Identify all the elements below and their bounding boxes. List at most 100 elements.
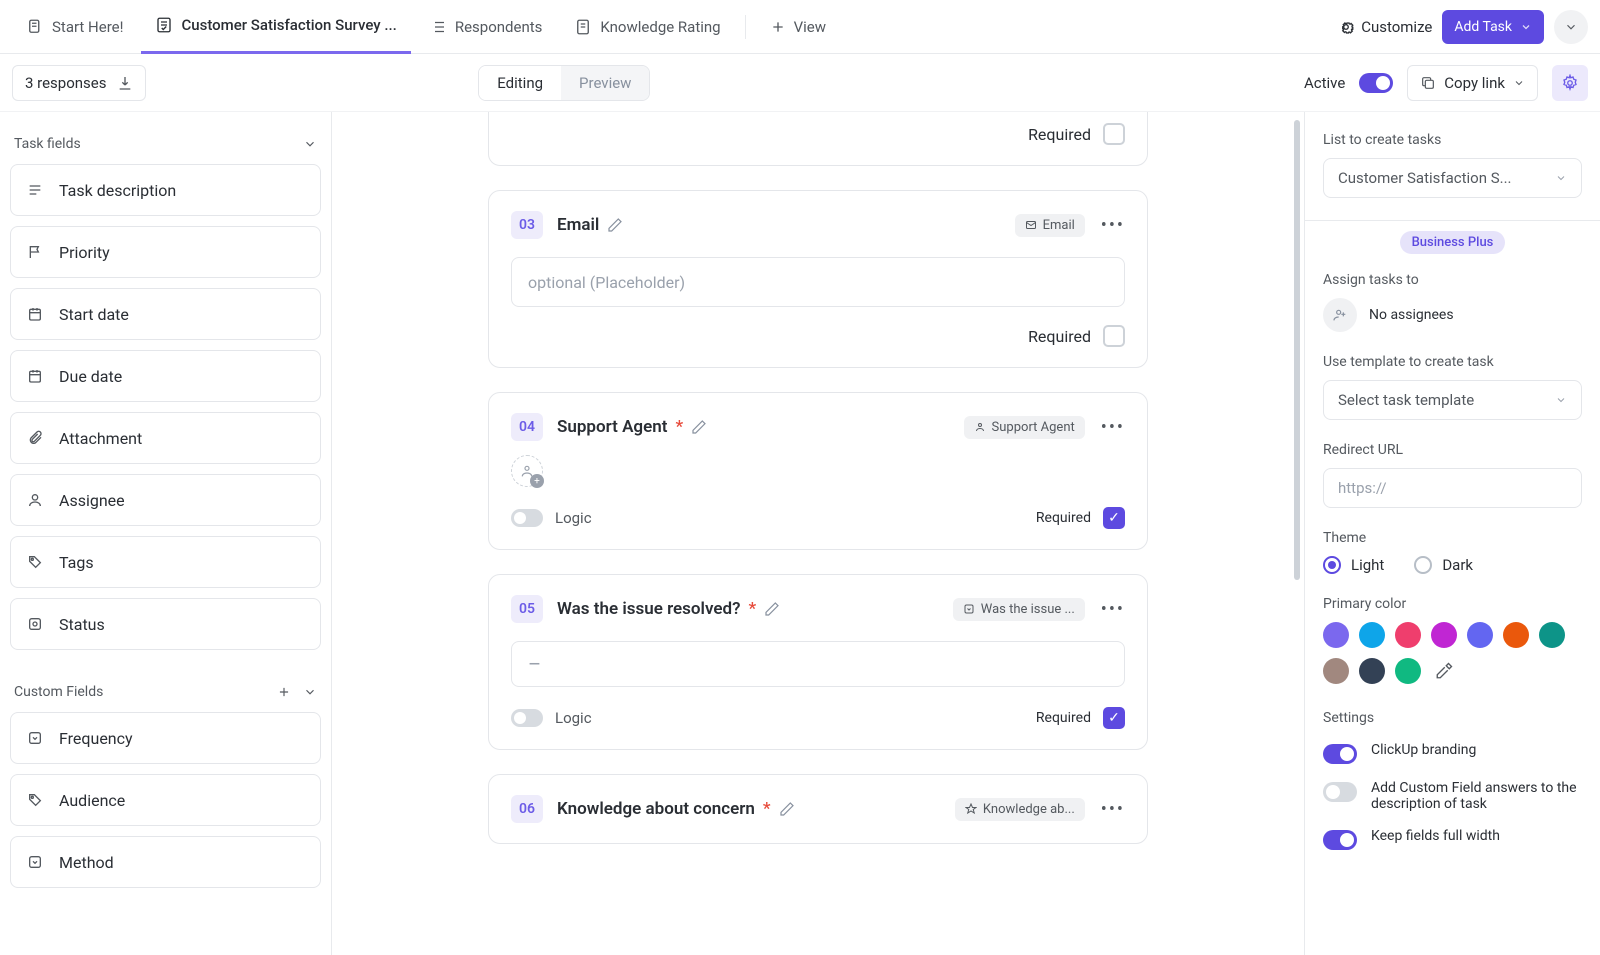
custom-field-desc-toggle[interactable]: [1323, 782, 1357, 802]
plus-icon[interactable]: [277, 685, 291, 699]
field-type-chip[interactable]: Support Agent: [964, 416, 1085, 439]
redirect-label: Redirect URL: [1323, 442, 1582, 458]
color-swatch[interactable]: [1395, 658, 1421, 684]
placeholder-input[interactable]: optional (Placeholder): [511, 257, 1125, 307]
chevron-down-icon: [1555, 394, 1567, 406]
custom-field-method[interactable]: Method: [10, 836, 321, 888]
edit-icon[interactable]: [779, 801, 795, 817]
chevron-down-icon: [303, 685, 317, 699]
plan-badge[interactable]: Business Plus: [1400, 231, 1506, 254]
chevron-down-icon: [1564, 20, 1578, 34]
edit-icon[interactable]: [691, 419, 707, 435]
tab-add-view[interactable]: View: [756, 0, 840, 54]
field-attachment[interactable]: Attachment: [10, 412, 321, 464]
more-icon[interactable]: •••: [1101, 599, 1125, 620]
responses-chip[interactable]: 3 responses: [12, 65, 146, 101]
chip-label: Email: [1043, 218, 1075, 233]
dropdown-placeholder[interactable]: –: [511, 641, 1125, 687]
page-icon: [574, 18, 592, 36]
custom-fields-header[interactable]: Custom Fields: [10, 676, 321, 712]
tab-respondents[interactable]: Respondents: [415, 0, 557, 54]
main: Task fields Task description Priority St…: [0, 112, 1600, 955]
field-type-chip[interactable]: Email: [1015, 214, 1085, 237]
full-width-toggle[interactable]: [1323, 830, 1357, 850]
person-icon: [27, 492, 45, 508]
chip-label: Knowledge ab...: [983, 802, 1075, 817]
field-status[interactable]: Status: [10, 598, 321, 650]
color-swatch[interactable]: [1395, 622, 1421, 648]
branding-toggle[interactable]: [1323, 744, 1357, 764]
center-scrollbar[interactable]: [1294, 120, 1300, 947]
color-swatch[interactable]: [1539, 622, 1565, 648]
card-title: Knowledge about concern: [557, 799, 755, 819]
redirect-url-input[interactable]: https://: [1323, 468, 1582, 508]
copy-link-button[interactable]: Copy link: [1407, 65, 1538, 101]
color-swatch[interactable]: [1503, 622, 1529, 648]
template-select[interactable]: Select task template: [1323, 380, 1582, 420]
flag-icon: [27, 244, 45, 260]
field-due-date[interactable]: Due date: [10, 350, 321, 402]
tab-start-here[interactable]: Start Here!: [12, 0, 137, 54]
field-label: Frequency: [59, 729, 133, 748]
form-card-support-agent[interactable]: 04 Support Agent * Support Agent •••: [488, 392, 1148, 550]
customize-button[interactable]: Customize: [1337, 18, 1432, 36]
form-card-issue-resolved[interactable]: 05 Was the issue resolved? * Was the iss…: [488, 574, 1148, 750]
color-swatch[interactable]: [1467, 622, 1493, 648]
required-checkbox[interactable]: [1103, 707, 1125, 729]
field-tags[interactable]: Tags: [10, 536, 321, 588]
field-label: Task description: [59, 181, 176, 200]
logic-toggle[interactable]: [511, 509, 543, 527]
custom-field-audience[interactable]: Audience: [10, 774, 321, 826]
eyedropper-icon[interactable]: [1431, 658, 1457, 684]
card-title: Support Agent: [557, 417, 667, 437]
scrollbar-thumb[interactable]: [1294, 120, 1300, 580]
more-menu-button[interactable]: [1554, 10, 1588, 44]
form-card-knowledge[interactable]: 06 Knowledge about concern * Knowledge a…: [488, 774, 1148, 844]
add-assignee-button[interactable]: [511, 455, 543, 487]
gear-icon: [1337, 18, 1355, 36]
list-select[interactable]: Customer Satisfaction S...: [1323, 158, 1582, 198]
color-swatch[interactable]: [1323, 658, 1349, 684]
radio-icon: [1323, 556, 1341, 574]
field-task-description[interactable]: Task description: [10, 164, 321, 216]
assignee-picker[interactable]: No assignees: [1323, 298, 1582, 332]
active-toggle[interactable]: [1359, 73, 1393, 93]
required-checkbox[interactable]: [1103, 325, 1125, 347]
logic-toggle[interactable]: [511, 709, 543, 727]
add-task-button[interactable]: Add Task: [1442, 10, 1544, 44]
custom-field-frequency[interactable]: Frequency: [10, 712, 321, 764]
form-card-email[interactable]: 03 Email Email ••• optional (Placeholder…: [488, 190, 1148, 368]
theme-light-radio[interactable]: Light: [1323, 556, 1384, 574]
required-checkbox[interactable]: [1103, 123, 1125, 145]
primary-color-label: Primary color: [1323, 596, 1582, 612]
field-type-chip[interactable]: Was the issue ...: [953, 598, 1085, 621]
required-star: *: [763, 799, 771, 819]
right-panel: List to create tasks Customer Satisfacti…: [1304, 112, 1600, 955]
color-swatch[interactable]: [1323, 622, 1349, 648]
theme-dark-radio[interactable]: Dark: [1414, 556, 1473, 574]
edit-icon[interactable]: [607, 217, 623, 233]
field-start-date[interactable]: Start date: [10, 288, 321, 340]
form-settings-button[interactable]: [1552, 65, 1588, 101]
task-fields-header[interactable]: Task fields: [10, 128, 321, 164]
text-icon: [27, 182, 45, 198]
tab-knowledge-rating[interactable]: Knowledge Rating: [560, 0, 734, 54]
tab-customer-survey[interactable]: Customer Satisfaction Survey ...: [141, 0, 410, 54]
download-icon[interactable]: [117, 75, 133, 91]
color-swatch[interactable]: [1359, 622, 1385, 648]
dropdown-icon: [963, 603, 975, 615]
field-priority[interactable]: Priority: [10, 226, 321, 278]
color-swatch[interactable]: [1431, 622, 1457, 648]
more-icon[interactable]: •••: [1101, 215, 1125, 236]
calendar-icon: [27, 306, 45, 322]
preview-tab[interactable]: Preview: [561, 66, 649, 100]
more-icon[interactable]: •••: [1101, 799, 1125, 820]
edit-icon[interactable]: [764, 601, 780, 617]
more-icon[interactable]: •••: [1101, 417, 1125, 438]
field-type-chip[interactable]: Knowledge ab...: [955, 798, 1085, 821]
field-assignee[interactable]: Assignee: [10, 474, 321, 526]
color-swatch[interactable]: [1359, 658, 1385, 684]
editing-tab[interactable]: Editing: [479, 66, 561, 100]
required-checkbox[interactable]: [1103, 507, 1125, 529]
setting-branding-label: ClickUp branding: [1371, 742, 1476, 758]
